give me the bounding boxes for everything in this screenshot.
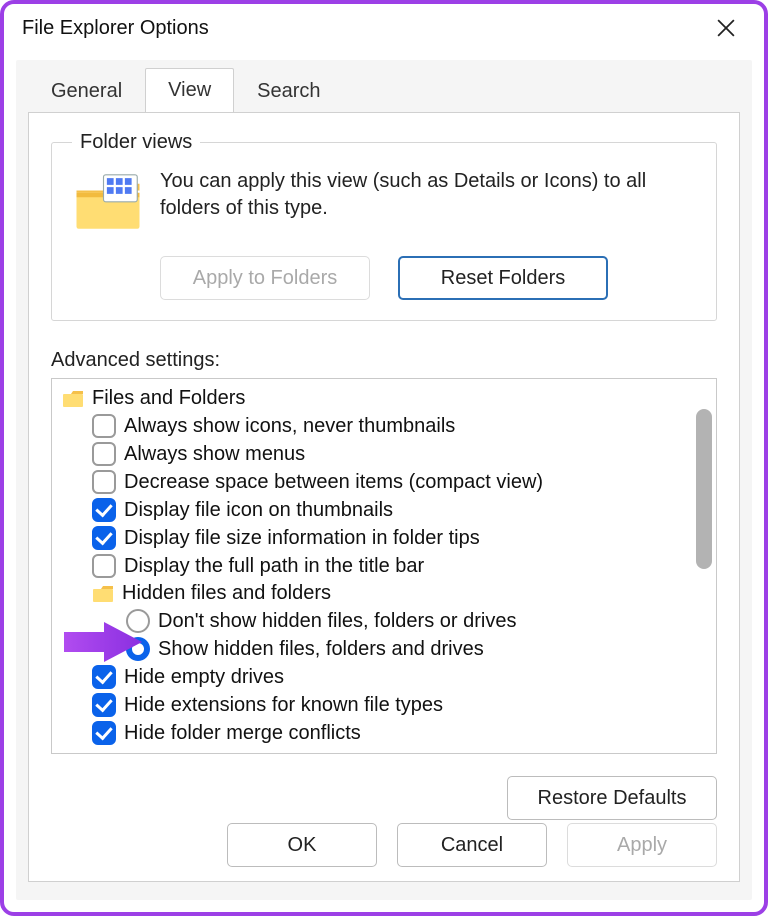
option-label: Display file size information in folder …: [124, 527, 480, 550]
apply-to-folders-button: Apply to Folders: [160, 256, 370, 300]
checkbox-icon: [92, 693, 116, 717]
folder-icon: [92, 585, 114, 603]
advanced-settings-label: Advanced settings:: [51, 349, 717, 372]
checkbox-icon: [92, 470, 116, 494]
radio-icon: [126, 637, 150, 661]
option-label: Always show icons, never thumbnails: [124, 415, 455, 438]
folder-icon: [62, 390, 84, 408]
tab-general[interactable]: General: [28, 69, 145, 113]
close-button[interactable]: [706, 8, 746, 48]
tree-group-label: Files and Folders: [92, 387, 245, 410]
scrollbar-thumb[interactable]: [696, 409, 712, 569]
option-compact-view[interactable]: Decrease space between items (compact vi…: [56, 468, 716, 496]
dialog-buttons: OK Cancel Apply: [227, 823, 717, 867]
tabs: General View Search: [16, 60, 752, 112]
option-label: Display file icon on thumbnails: [124, 499, 393, 522]
tree-group-hidden-files: Hidden files and folders: [56, 580, 716, 607]
option-always-show-icons[interactable]: Always show icons, never thumbnails: [56, 412, 716, 440]
option-label: Decrease space between items (compact vi…: [124, 471, 543, 494]
tree-group-label: Hidden files and folders: [122, 582, 331, 605]
client-area: General View Search Folder views: [16, 60, 752, 900]
checkbox-icon: [92, 721, 116, 745]
option-hide-merge-conflicts[interactable]: Hide folder merge conflicts: [56, 719, 716, 747]
option-file-size-tips[interactable]: Display file size information in folder …: [56, 524, 716, 552]
checkbox-icon: [92, 498, 116, 522]
tab-panel-view: Folder views: [28, 112, 740, 882]
close-icon: [717, 19, 735, 37]
option-label: Display the full path in the title bar: [124, 555, 424, 578]
window-title: File Explorer Options: [22, 17, 209, 40]
ok-button[interactable]: OK: [227, 823, 377, 867]
option-dont-show-hidden[interactable]: Don't show hidden files, folders or driv…: [56, 607, 716, 635]
reset-folders-button[interactable]: Reset Folders: [398, 256, 608, 300]
folder-views-icon: [72, 168, 144, 240]
option-show-hidden[interactable]: Show hidden files, folders and drives: [56, 635, 716, 663]
folder-views-legend: Folder views: [72, 131, 200, 154]
option-full-path-titlebar[interactable]: Display the full path in the title bar: [56, 552, 716, 580]
tab-search[interactable]: Search: [234, 69, 343, 113]
option-always-show-menus[interactable]: Always show menus: [56, 440, 716, 468]
checkbox-icon: [92, 554, 116, 578]
option-label: Don't show hidden files, folders or driv…: [158, 610, 516, 633]
cancel-button[interactable]: Cancel: [397, 823, 547, 867]
option-label: Hide extensions for known file types: [124, 694, 443, 717]
restore-defaults-button[interactable]: Restore Defaults: [507, 776, 717, 820]
option-label: Hide empty drives: [124, 666, 284, 689]
checkbox-icon: [92, 414, 116, 438]
folder-views-group: Folder views: [51, 131, 717, 321]
titlebar: File Explorer Options: [4, 4, 764, 52]
option-file-icon-thumbnails[interactable]: Display file icon on thumbnails: [56, 496, 716, 524]
checkbox-icon: [92, 665, 116, 689]
dialog-window: File Explorer Options General View Searc…: [0, 0, 768, 916]
checkbox-icon: [92, 442, 116, 466]
option-label: Always show menus: [124, 443, 305, 466]
option-hide-empty-drives[interactable]: Hide empty drives: [56, 663, 716, 691]
tab-view[interactable]: View: [145, 68, 234, 113]
option-hide-extensions[interactable]: Hide extensions for known file types: [56, 691, 716, 719]
radio-icon: [126, 609, 150, 633]
checkbox-icon: [92, 526, 116, 550]
tree-group-files-and-folders: Files and Folders: [56, 385, 716, 412]
advanced-settings-tree[interactable]: Files and Folders Always show icons, nev…: [51, 378, 717, 754]
folder-views-description: You can apply this view (such as Details…: [160, 168, 696, 222]
apply-button: Apply: [567, 823, 717, 867]
option-label: Hide folder merge conflicts: [124, 722, 361, 745]
option-label: Show hidden files, folders and drives: [158, 638, 484, 661]
